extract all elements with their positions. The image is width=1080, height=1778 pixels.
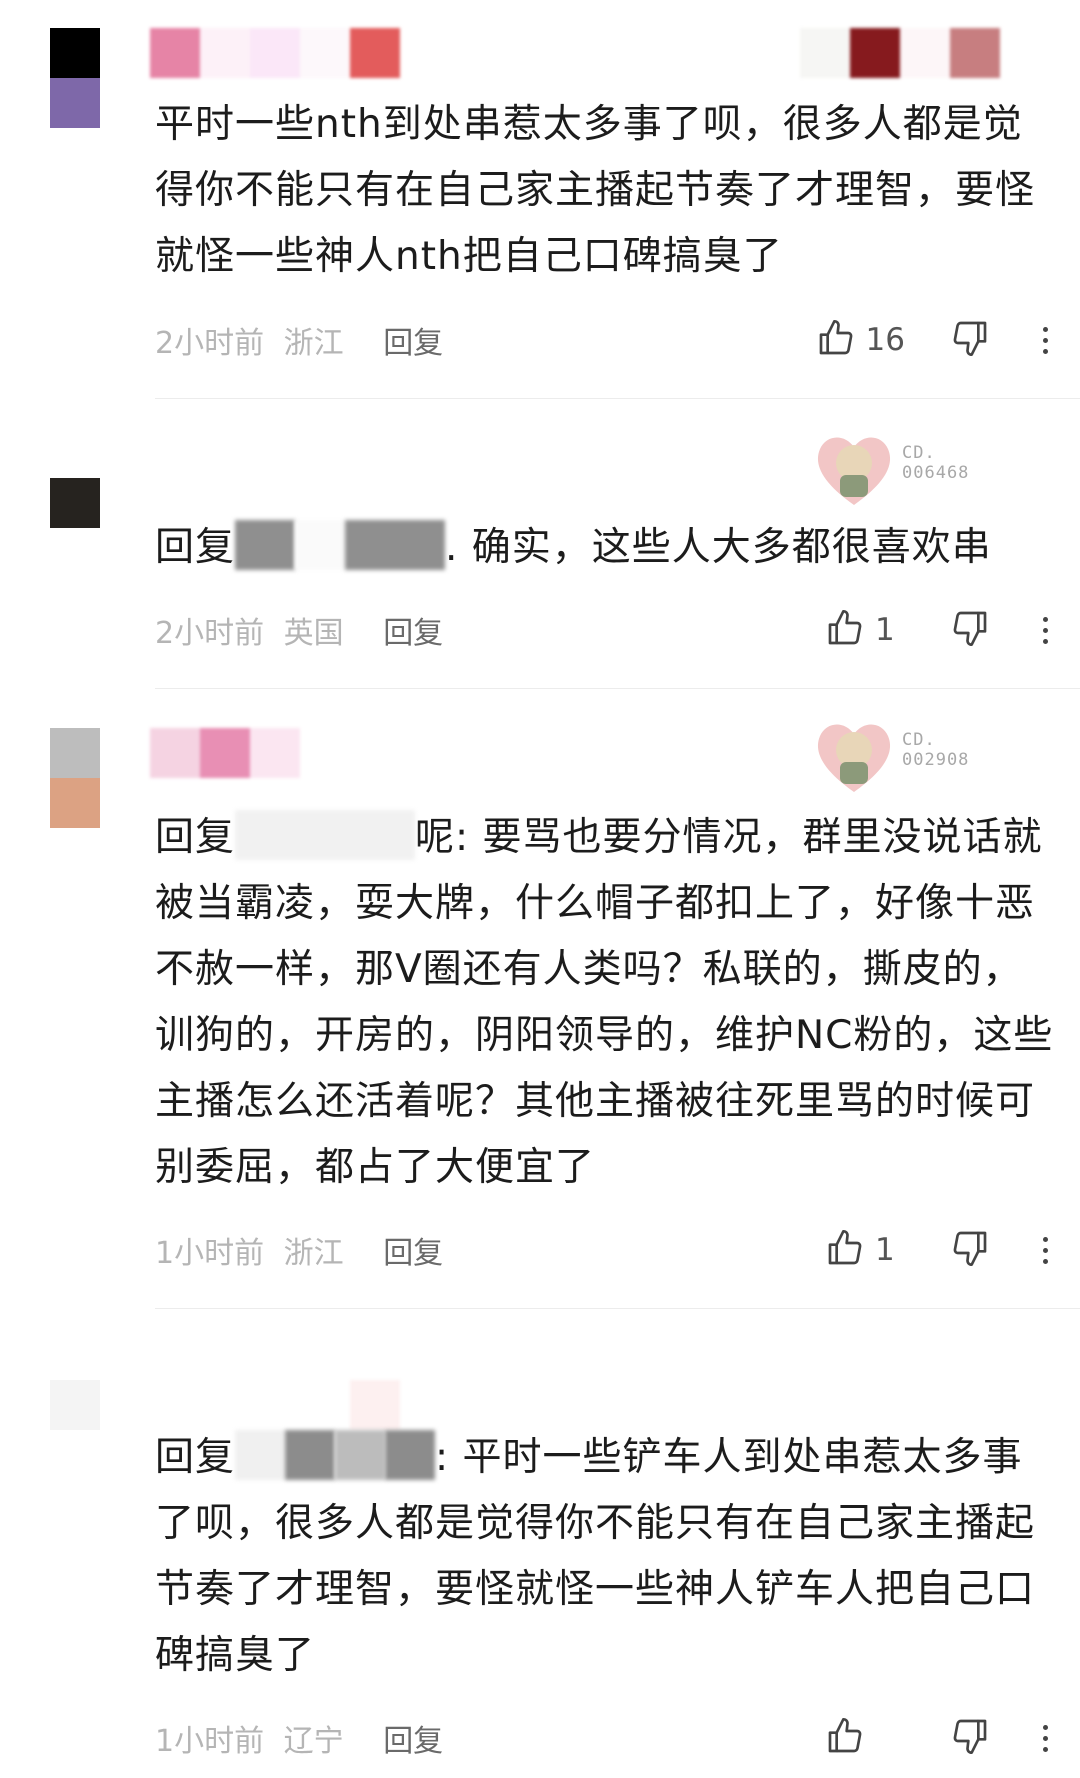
avatar[interactable] (50, 728, 100, 828)
reply-prefix: 回复 (155, 525, 236, 570)
comment-location: 浙江 (283, 1236, 344, 1271)
avatar[interactable] (50, 1380, 100, 1480)
comment-text: 平时一些nth到处串惹太多事了呗，很多人都是觉得你不能只有在自己家主播起节奏了才… (155, 102, 1036, 279)
more-vertical-icon[interactable] (1040, 1724, 1050, 1752)
mention-redacted[interactable] (385, 1430, 436, 1480)
fan-badge-icon: CD. 006468 (810, 425, 990, 515)
comment-text: 回复: 平时一些铲车人到处串惹太多事了呗，很多人都是觉得你不能只有在自己家主播起… (155, 1425, 1055, 1689)
avatar[interactable] (50, 28, 100, 128)
reply-button[interactable]: 回复 (383, 616, 443, 651)
mention-redacted[interactable] (295, 520, 346, 570)
user-tag-redacted (800, 28, 1000, 78)
fan-badge-icon: CD. 002908 (810, 712, 990, 802)
like-count: 16 (865, 322, 905, 358)
comment-body: 呢: 要骂也要分情况，群里没说话就被当霸凌，耍大牌，什么帽子都扣上了，好像十恶不… (155, 815, 1054, 1190)
comment-meta: 1小时前 辽宁 回复 (155, 1716, 453, 1760)
reply-button[interactable]: 回复 (383, 1236, 443, 1271)
more-vertical-icon[interactable] (1040, 1236, 1050, 1264)
comment-actions: 1 (825, 1228, 1050, 1272)
comment-meta: 2小时前 英国 回复 (155, 608, 453, 652)
comment-text: 回复 . 确实，这些人大多都很喜欢串 (155, 515, 1055, 581)
mention-redacted[interactable] (235, 1430, 286, 1480)
more-vertical-icon[interactable] (1040, 326, 1050, 354)
comment-meta: 2小时前 浙江 回复 (155, 318, 453, 362)
reply-button[interactable]: 回复 (383, 326, 443, 361)
comment-time: 1小时前 (155, 1724, 265, 1759)
thumbs-down-icon (950, 1716, 990, 1760)
thumbs-up-icon (825, 1716, 865, 1760)
comment-actions: 1 (825, 608, 1050, 652)
dislike-button[interactable] (950, 1228, 990, 1272)
thumbs-up-icon (825, 1228, 865, 1272)
username-redacted[interactable] (150, 28, 400, 78)
mention-redacted[interactable] (285, 1430, 336, 1480)
comment-text: 回复 呢: 要骂也要分情况，群里没说话就被当霸凌，耍大牌，什么帽子都扣上了，好像十… (155, 805, 1055, 1201)
comment-body: . 确实，这些人大多都很喜欢串 (445, 525, 992, 570)
comment-location: 英国 (283, 616, 344, 651)
reply-button[interactable]: 回复 (383, 1724, 443, 1759)
username-redacted[interactable] (150, 728, 300, 778)
username-redacted[interactable] (350, 1380, 400, 1430)
like-count: 1 (875, 1232, 895, 1268)
dislike-button[interactable] (950, 1716, 990, 1760)
mention-redacted[interactable] (345, 520, 446, 570)
comment-meta: 1小时前 浙江 回复 (155, 1228, 453, 1272)
mention-redacted[interactable] (335, 1430, 386, 1480)
like-count: 1 (875, 612, 895, 648)
divider (155, 398, 1080, 399)
comment-time: 1小时前 (155, 1236, 265, 1271)
thumbs-down-icon (950, 318, 990, 362)
reply-prefix: 回复 (155, 1435, 236, 1480)
badge-code: CD. 006468 (902, 443, 970, 483)
comment-location: 浙江 (283, 326, 344, 361)
comment-actions: 16 (816, 318, 1050, 362)
dislike-button[interactable] (950, 608, 990, 652)
like-button[interactable]: 1 (825, 1228, 905, 1272)
like-button[interactable] (825, 1716, 905, 1760)
comment-time: 2小时前 (155, 616, 265, 651)
comment-actions (825, 1716, 1050, 1760)
thumbs-down-icon (950, 608, 990, 652)
like-button[interactable]: 1 (825, 608, 905, 652)
more-vertical-icon[interactable] (1040, 616, 1050, 644)
like-button[interactable]: 16 (816, 318, 905, 362)
avatar[interactable] (50, 478, 100, 578)
divider (155, 688, 1080, 689)
dislike-button[interactable] (950, 318, 990, 362)
mention-redacted[interactable] (235, 520, 296, 570)
thumbs-down-icon (950, 1228, 990, 1272)
reply-prefix: 回复 (155, 815, 236, 860)
divider (155, 1308, 1080, 1309)
thumbs-up-icon (816, 318, 856, 362)
badge-code: CD. 002908 (902, 730, 970, 770)
thumbs-up-icon (825, 608, 865, 652)
comment-location: 辽宁 (283, 1724, 344, 1759)
mention-redacted[interactable] (235, 810, 416, 860)
comment-time: 2小时前 (155, 326, 265, 361)
